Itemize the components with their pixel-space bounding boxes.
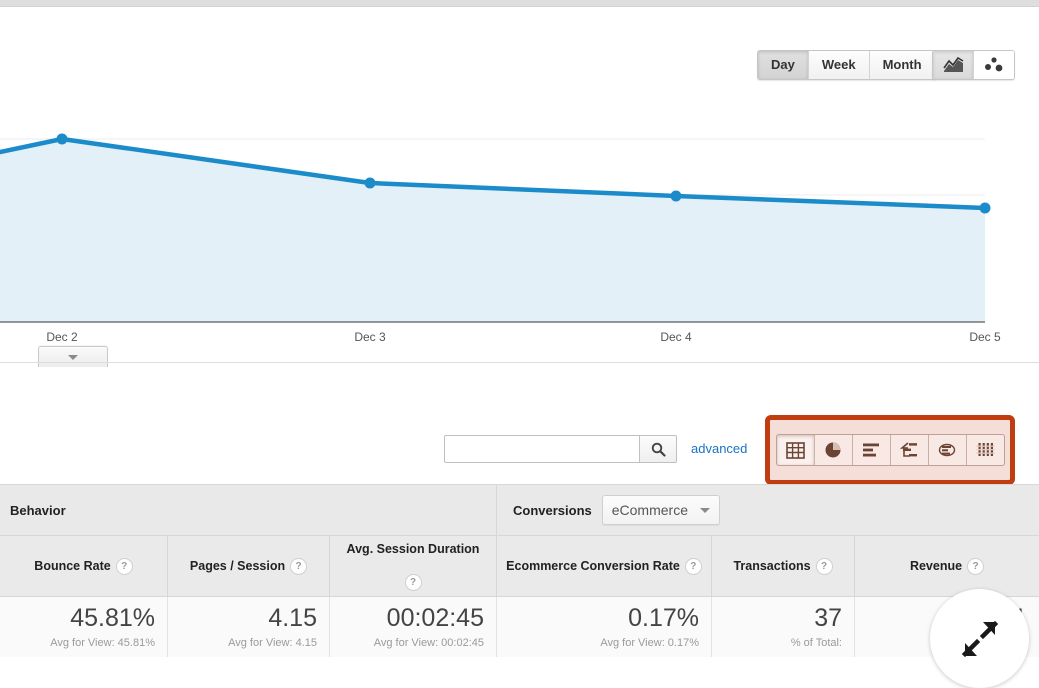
granularity-month-button[interactable]: Month: [870, 51, 935, 79]
granularity-button-group: Day Week Month: [757, 50, 936, 80]
term-cloud-view-icon[interactable]: [967, 435, 1004, 465]
column-header-bounce-rate[interactable]: Bounce Rate ?: [0, 536, 168, 596]
column-label: Revenue: [910, 558, 962, 575]
column-header-avg-session-duration[interactable]: Avg. Session Duration ?: [330, 536, 497, 596]
scatter-plot-icon[interactable]: [974, 51, 1014, 79]
granularity-week-button[interactable]: Week: [809, 51, 870, 79]
comparison-view-icon[interactable]: [891, 435, 929, 465]
bar-performance-view-icon[interactable]: [853, 435, 891, 465]
cell-subvalue: Avg for View: 45.81%: [50, 636, 155, 650]
column-header-revenue[interactable]: Revenue ?: [855, 536, 1039, 596]
analytics-report-screen: Day Week Month: [0, 0, 1039, 661]
table-row: 45.81% Avg for View: 45.81% 4.15 Avg for…: [0, 597, 1039, 657]
column-label: Avg. Session Duration: [347, 541, 480, 558]
cell-ecommerce-conversion-rate: 0.17% Avg for View: 0.17%: [497, 597, 712, 657]
advanced-search-link[interactable]: advanced: [691, 441, 747, 456]
x-tick-label: Dec 5: [969, 330, 1000, 344]
chart-point-dec-3: [365, 178, 376, 189]
table-view-icon[interactable]: [777, 435, 815, 465]
help-icon[interactable]: ?: [290, 558, 307, 575]
chart-point-dec-2: [57, 134, 68, 145]
pivot-view-icon[interactable]: [929, 435, 967, 465]
sessions-area-chart: [0, 108, 1039, 358]
date-granularity-dropdown[interactable]: [38, 346, 108, 367]
group-conversions: Conversions eCommerce: [497, 485, 1039, 535]
cell-pages-per-session: 4.15 Avg for View: 4.15: [168, 597, 330, 657]
chevron-down-icon: [68, 355, 78, 360]
conversions-type-value: eCommerce: [612, 502, 688, 518]
chart-point-dec-4: [671, 191, 682, 202]
top-cutoff-strip: [0, 0, 1039, 7]
expand-arrows-icon[interactable]: [930, 589, 1029, 688]
view-type-button-group: [776, 434, 1005, 466]
chart-point-dec-5: [980, 203, 991, 214]
panel-divider: [0, 362, 1039, 363]
help-icon[interactable]: ?: [816, 558, 833, 575]
x-tick-label: Dec 2: [46, 330, 77, 344]
metric-group-row: Behavior Conversions eCommerce: [0, 484, 1039, 536]
cell-value: 37: [814, 603, 842, 633]
cell-bounce-rate: 45.81% Avg for View: 45.81%: [0, 597, 168, 657]
x-tick-label: Dec 4: [660, 330, 691, 344]
column-header-pages-per-session[interactable]: Pages / Session ?: [168, 536, 330, 596]
column-label: Bounce Rate: [34, 558, 110, 575]
cell-value: 0.17%: [628, 603, 699, 633]
x-tick-label: Dec 3: [354, 330, 385, 344]
chart-type-button-group: [932, 50, 1015, 80]
pie-chart-view-icon[interactable]: [815, 435, 853, 465]
column-label: Ecommerce Conversion Rate: [506, 558, 680, 575]
group-label-conversions: Conversions: [513, 503, 592, 518]
chevron-down-icon: [700, 508, 710, 513]
help-icon[interactable]: ?: [116, 558, 133, 575]
line-chart-icon[interactable]: [933, 51, 974, 79]
granularity-day-button[interactable]: Day: [758, 51, 809, 79]
help-icon[interactable]: ?: [405, 574, 422, 591]
column-label: Transactions: [733, 558, 810, 575]
help-icon[interactable]: ?: [685, 558, 702, 575]
column-header-ecommerce-conversion-rate[interactable]: Ecommerce Conversion Rate ?: [497, 536, 712, 596]
column-header-transactions[interactable]: Transactions ?: [712, 536, 855, 596]
chart-x-axis-labels: Dec 2 Dec 3 Dec 4 Dec 5: [0, 330, 1039, 350]
group-label-behavior: Behavior: [0, 485, 497, 535]
cell-subvalue: Avg for View: 0.17%: [600, 636, 699, 650]
column-label: Pages / Session: [190, 558, 285, 575]
cell-subvalue: Avg for View: 4.15: [228, 636, 317, 650]
help-icon[interactable]: ?: [967, 558, 984, 575]
search-icon[interactable]: [639, 435, 677, 463]
cell-value: 4.15: [268, 603, 317, 633]
cell-value: 00:02:45: [387, 603, 484, 633]
cell-transactions: 37 % of Total:: [712, 597, 855, 657]
metrics-table: Behavior Conversions eCommerce Bounce Ra…: [0, 484, 1039, 657]
cell-subvalue: Avg for View: 00:02:45: [374, 636, 484, 650]
search-input[interactable]: [444, 435, 639, 463]
chart-canvas: [0, 108, 1039, 358]
cell-value: 45.81%: [70, 603, 155, 633]
search-box: [444, 435, 677, 463]
cell-subvalue: % of Total:: [791, 636, 842, 650]
conversions-type-dropdown[interactable]: eCommerce: [602, 495, 720, 525]
table-header-row: Bounce Rate ? Pages / Session ? Avg. Ses…: [0, 536, 1039, 597]
cell-avg-session-duration: 00:02:45 Avg for View: 00:02:45: [330, 597, 497, 657]
view-type-toolbar-highlight: [765, 415, 1015, 485]
